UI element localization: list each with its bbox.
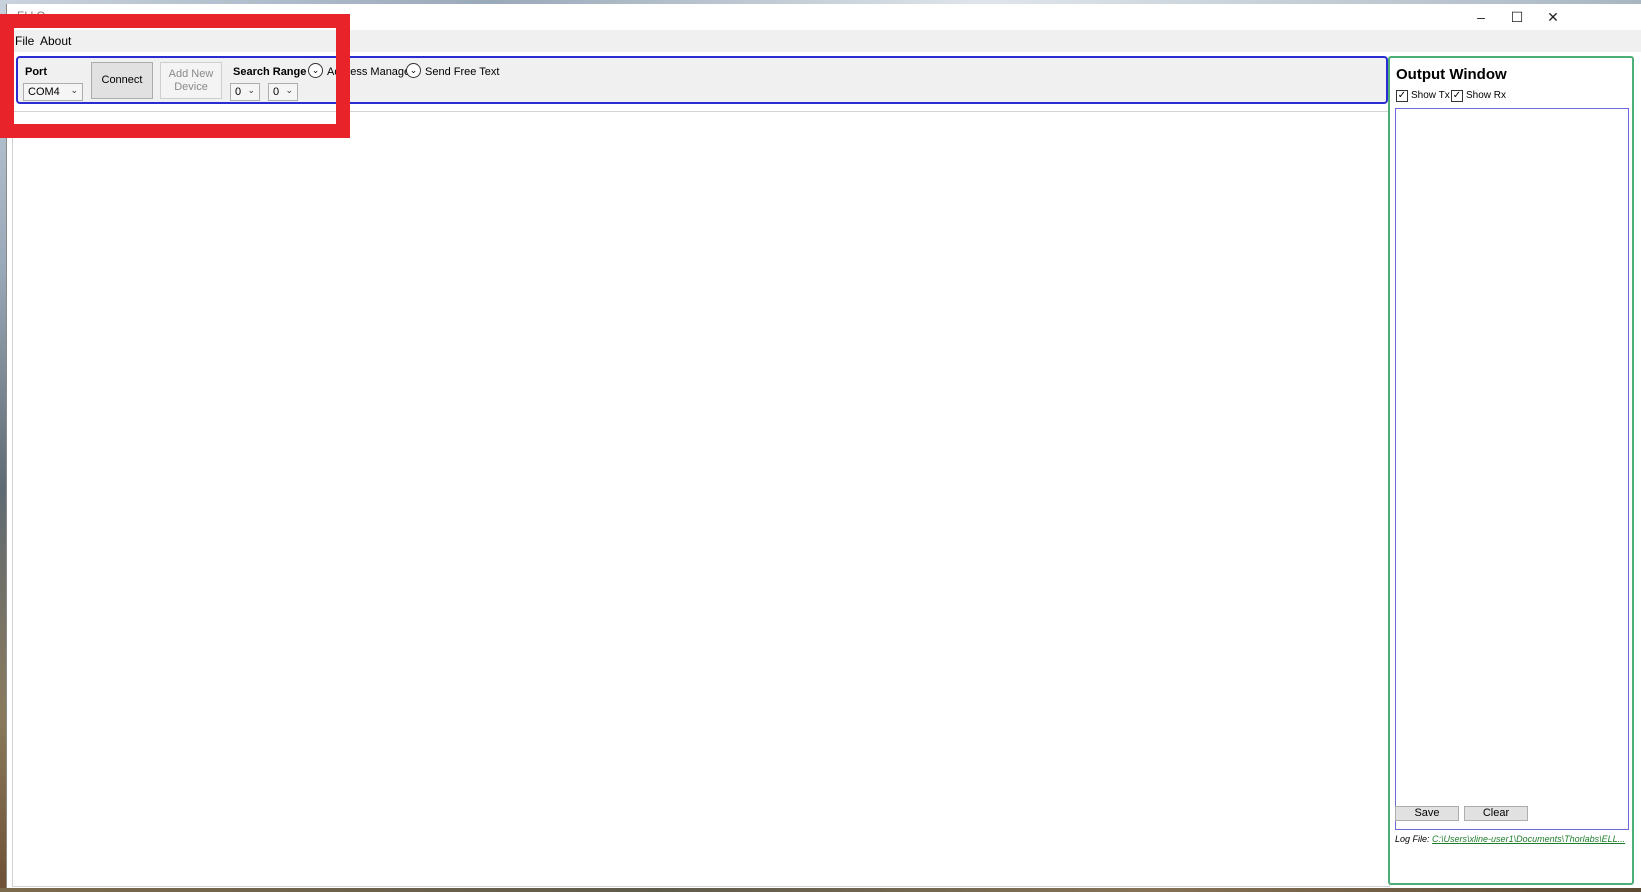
menu-file[interactable]: File <box>15 34 34 48</box>
chevron-down-icon: ⌄ <box>285 85 293 95</box>
save-button[interactable]: Save <box>1395 806 1459 821</box>
clear-button[interactable]: Clear <box>1464 806 1528 821</box>
show-tx-label: Show Tx <box>1411 90 1450 101</box>
app-window: ELLO – ☐ ✕ File About Port COM4 ⌄ Connec… <box>6 4 1641 888</box>
connection-toolbar: Port COM4 ⌄ Connect Add New Device Searc… <box>16 56 1388 104</box>
add-new-device-button[interactable]: Add New Device <box>160 62 222 99</box>
close-icon: ✕ <box>1547 8 1559 25</box>
add-device-label-line2: Device <box>174 80 208 93</box>
output-log-textbox[interactable] <box>1395 108 1629 830</box>
window-title: ELLO <box>17 10 46 22</box>
output-window-title: Output Window <box>1396 66 1507 83</box>
show-tx-checkbox[interactable]: ✓ <box>1396 90 1408 102</box>
port-label: Port <box>25 66 47 78</box>
minimize-icon: – <box>1477 9 1485 25</box>
send-free-text-label[interactable]: Send Free Text <box>425 66 499 78</box>
show-rx-label: Show Rx <box>1466 90 1507 101</box>
menu-bar: File About <box>7 30 1641 52</box>
log-file-line: Log File: C:\Users\xline-user1\Documents… <box>1395 834 1631 844</box>
address-manager-expand-icon[interactable]: ⌄ <box>308 63 323 78</box>
log-file-label: Log File: <box>1395 834 1430 844</box>
log-file-link[interactable]: C:\Users\xline-user1\Documents\Thorlabs\… <box>1432 834 1625 844</box>
send-free-text-expand-icon[interactable]: ⌄ <box>406 63 421 78</box>
search-range-from-value: 0 <box>235 86 242 98</box>
search-range-to-select[interactable]: 0 ⌄ <box>268 83 298 101</box>
minimize-button[interactable]: – <box>1463 4 1499 30</box>
port-select[interactable]: COM4 ⌄ <box>23 83 83 101</box>
chevron-down-icon: ⌄ <box>70 85 78 95</box>
chevron-down-icon: ⌄ <box>247 85 255 95</box>
port-value: COM4 <box>28 86 60 98</box>
maximize-icon: ☐ <box>1510 8 1524 25</box>
clear-label: Clear <box>1482 807 1510 819</box>
search-range-label: Search Range <box>233 66 307 78</box>
desktop-background-bottom <box>0 888 1641 892</box>
menu-about[interactable]: About <box>40 34 71 48</box>
save-label: Save <box>1414 807 1440 819</box>
title-bar: ELLO – ☐ ✕ <box>7 4 1641 30</box>
close-button[interactable]: ✕ <box>1535 4 1571 30</box>
connect-button[interactable]: Connect <box>91 62 153 99</box>
show-rx-checkbox[interactable]: ✓ <box>1451 90 1463 102</box>
address-manager-label[interactable]: Address Manager <box>327 66 414 78</box>
search-range-from-select[interactable]: 0 ⌄ <box>230 83 260 101</box>
maximize-button[interactable]: ☐ <box>1499 4 1535 30</box>
search-range-to-value: 0 <box>273 86 280 98</box>
add-device-label-line1: Add New <box>168 67 214 80</box>
device-panel-area <box>12 111 1390 887</box>
output-window-panel: Output Window ✓ Show Tx ✓ Show Rx Save C… <box>1388 56 1634 885</box>
connect-label: Connect <box>101 74 143 86</box>
